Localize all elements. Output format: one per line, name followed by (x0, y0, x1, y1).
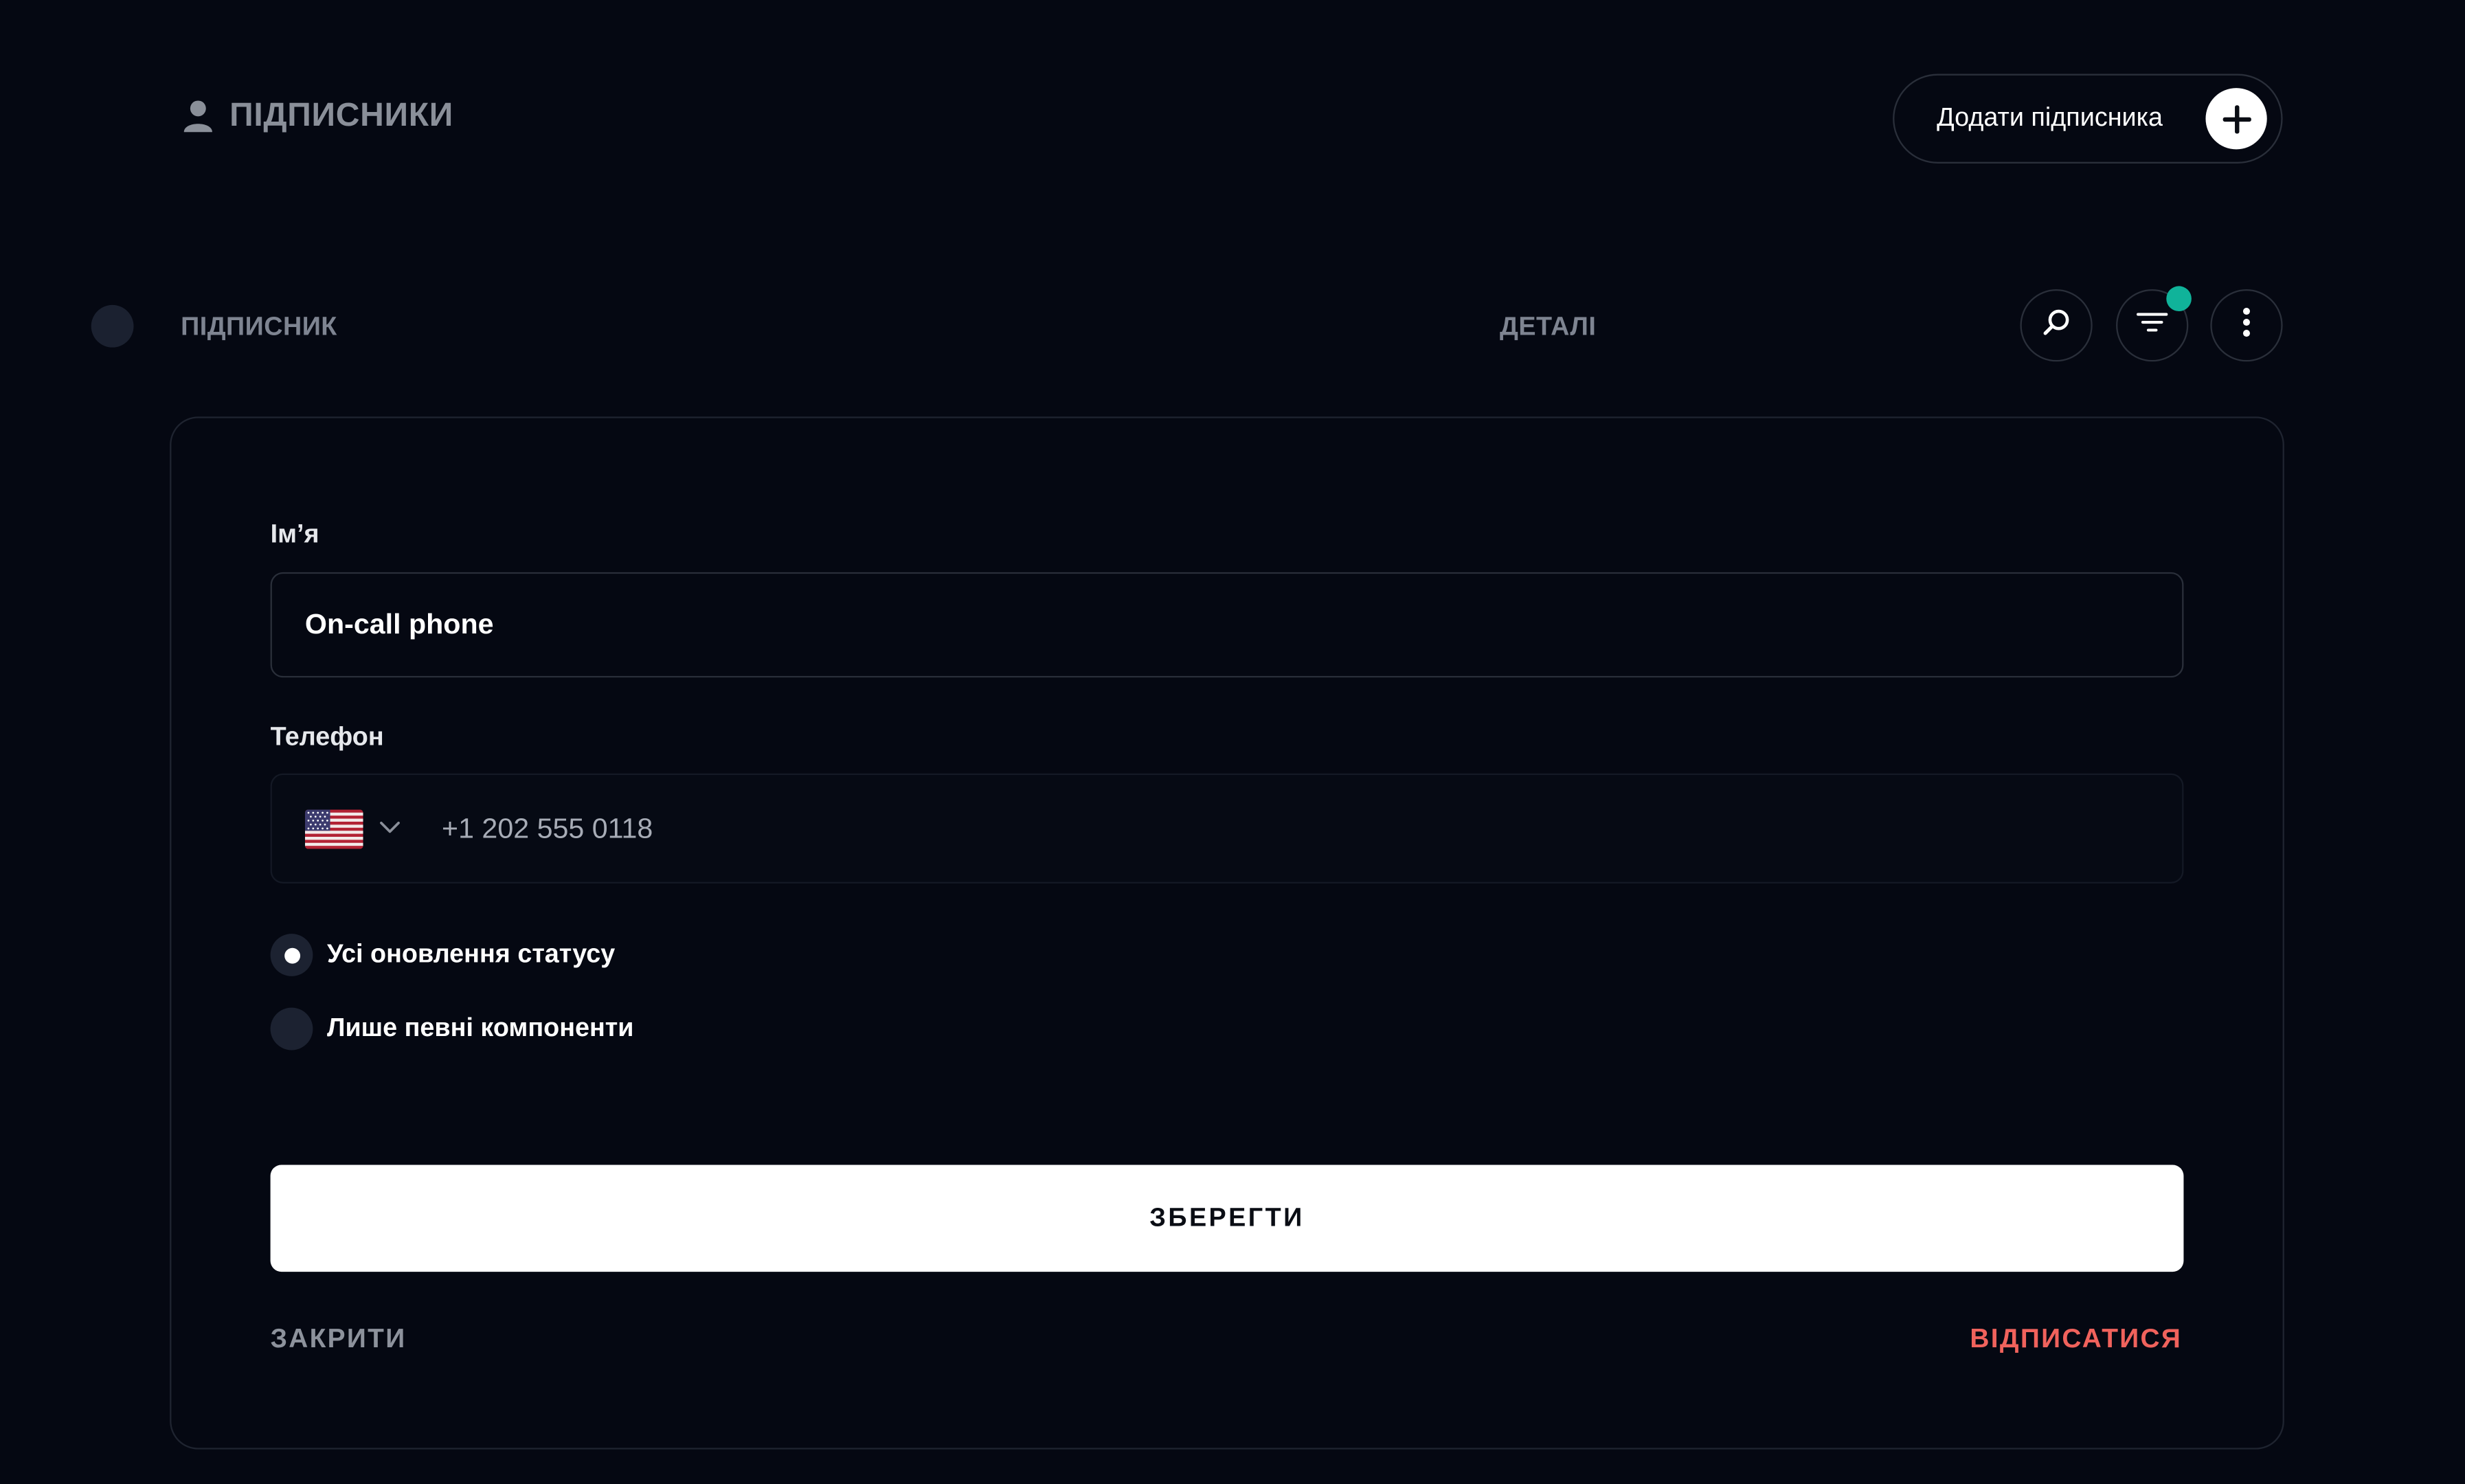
radio-dot (284, 947, 300, 963)
name-field-value: On-call phone (304, 608, 494, 640)
column-header-subscriber: ПІДПИСНИК (181, 313, 337, 341)
phone-label: Телефон (270, 723, 384, 752)
name-field[interactable]: On-call phone (270, 572, 2184, 678)
radio-button-unselected[interactable] (270, 1007, 313, 1050)
subscriber-edit-card (170, 416, 2284, 1450)
subscribers-screen: ПІДПИСНИКИ Додати підписника ПІДПИСНИК Д… (0, 0, 2465, 1484)
phone-field-value: +1 202 555 0118 (442, 811, 653, 844)
more-options-button[interactable] (2210, 289, 2283, 362)
radio-all-status-updates[interactable]: Усі оновлення статусу (270, 934, 616, 976)
more-vertical-icon (2242, 306, 2251, 345)
search-button[interactable] (2020, 289, 2093, 362)
page: ПІДПИСНИКИ Додати підписника ПІДПИСНИК Д… (0, 0, 2465, 1484)
close-button[interactable]: ЗАКРИТИ (271, 1324, 407, 1356)
page-title-text: ПІДПИСНИКИ (229, 97, 453, 134)
radio-specific-components[interactable]: Лише певні компоненти (270, 1007, 634, 1050)
plus-icon (2205, 88, 2267, 150)
column-header-details: ДЕТАЛІ (1500, 313, 1597, 341)
us-flag-icon (304, 809, 363, 848)
name-label: Ім’я (270, 520, 319, 549)
country-selector[interactable] (304, 809, 401, 848)
select-all-checkbox[interactable] (91, 304, 134, 348)
filter-active-badge (2166, 286, 2192, 312)
add-subscriber-label: Додати підписника (1937, 104, 2163, 133)
search-icon (2040, 306, 2072, 345)
chevron-down-icon (379, 814, 401, 842)
page-title: ПІДПИСНИКИ (182, 98, 453, 135)
filter-icon (2137, 309, 2168, 342)
save-button[interactable]: ЗБЕРЕГТИ (270, 1165, 2184, 1272)
add-subscriber-button[interactable]: Додати підписника (1893, 74, 2283, 164)
unsubscribe-button[interactable]: ВІДПИСАТИСЯ (1970, 1324, 2182, 1356)
radio-label-specific-components: Лише певні компоненти (326, 1013, 634, 1043)
radio-button-selected[interactable] (270, 934, 313, 976)
user-icon (182, 99, 214, 133)
phone-field[interactable]: +1 202 555 0118 (270, 773, 2184, 884)
radio-label-all-updates: Усі оновлення статусу (326, 940, 616, 969)
